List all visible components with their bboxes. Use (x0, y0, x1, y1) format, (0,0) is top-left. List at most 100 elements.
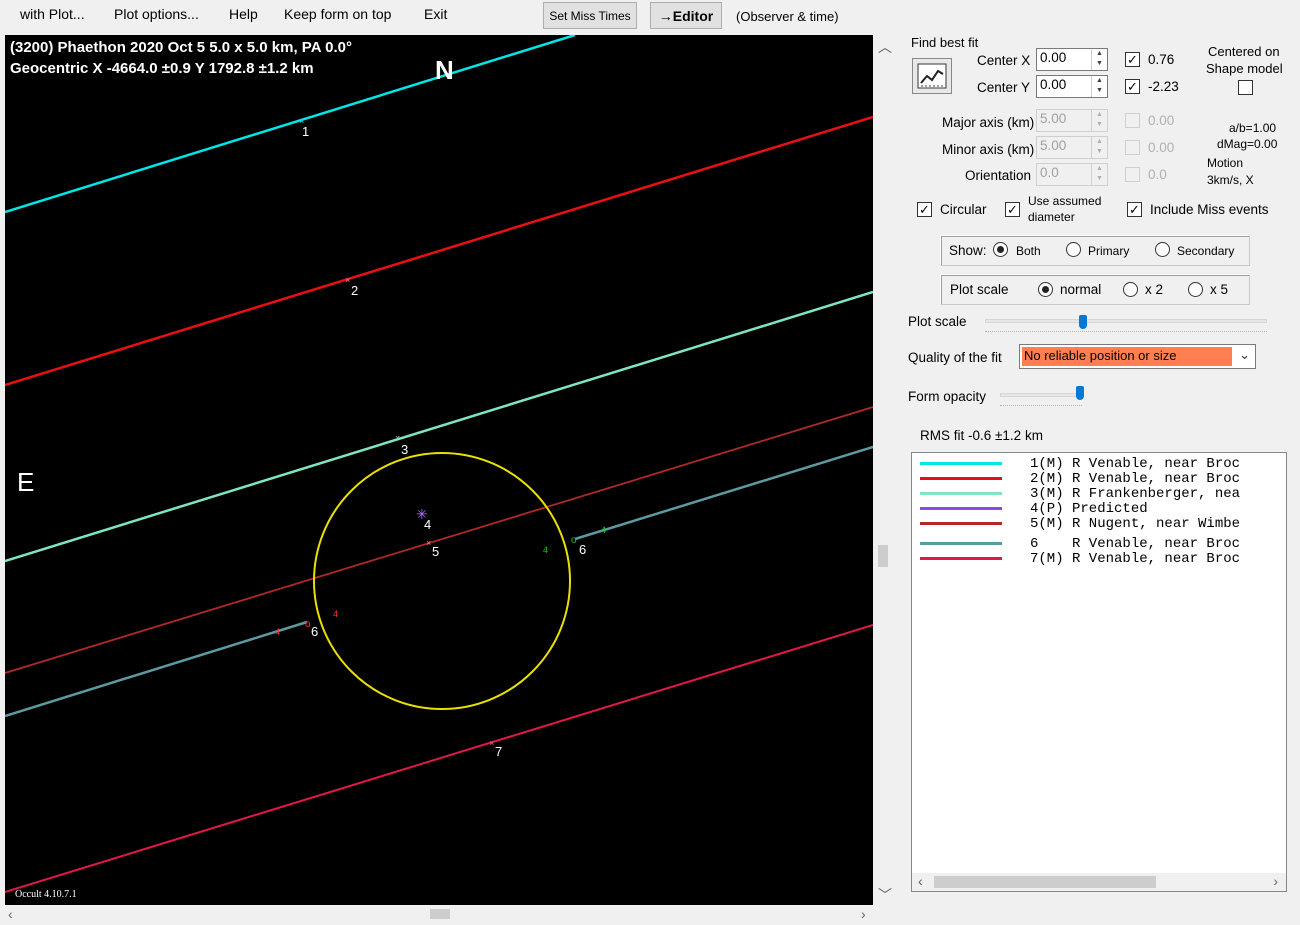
legend-text: 2(M) R Venable, near Broc (1030, 471, 1241, 487)
center-x-label: Center X (977, 53, 1031, 68)
minor-axis-label: Minor axis (km) (942, 142, 1035, 157)
quality-dropdown[interactable]: No reliable position or size ⌄ (1019, 344, 1256, 369)
orientation-label: Orientation (965, 168, 1032, 183)
show-secondary-label: Secondary (1177, 244, 1235, 258)
legend-text: 7(M) R Venable, near Broc (1030, 551, 1241, 567)
center-x-fit-checkbox[interactable]: ✓ (1125, 52, 1140, 67)
occultation-plot[interactable]: × × × ✳ × × o 4 4 o 4 4 1 2 3 4 5 6 6 7 … (5, 35, 873, 905)
chord-7-line (5, 624, 873, 893)
scroll-down-icon[interactable]: ﹀ (878, 885, 892, 905)
plot-horizontal-scrollbar[interactable]: ‹ › (5, 905, 873, 923)
scroll-right-icon[interactable]: › (861, 906, 866, 922)
menu-exit[interactable]: Exit (424, 6, 447, 22)
orientation-fit-checkbox[interactable] (1125, 167, 1140, 182)
include-miss-events-checkbox[interactable]: ✓ (1127, 202, 1142, 217)
scale-x5-radio[interactable] (1188, 282, 1203, 297)
orientation-fit-value: 0.0 (1148, 167, 1167, 182)
slider-ticks (985, 328, 1267, 332)
scroll-right-icon[interactable]: › (1273, 873, 1278, 889)
event-marks: × × × ✳ × × o 4 4 o 4 4 (275, 116, 606, 748)
minor-axis-fit-value: 0.00 (1148, 140, 1175, 155)
center-x-input[interactable]: 0.00 ▲ ▼ (1036, 48, 1108, 71)
menu-help[interactable]: Help (229, 6, 258, 22)
editor-button[interactable]: →Editor (650, 2, 722, 29)
spinner-icon[interactable]: ▲ ▼ (1091, 76, 1107, 97)
horizontal-scroll-thumb[interactable] (430, 909, 450, 919)
scale-x2-radio[interactable] (1123, 282, 1138, 297)
event-mark-3: × (395, 433, 400, 443)
plot-header-line2: Geocentric X -4664.0 ±0.9 Y 1792.8 ±1.2 … (10, 60, 314, 77)
minor-axis-value: 5.00 (1040, 138, 1067, 153)
vertical-scroll-thumb[interactable] (878, 545, 888, 567)
spinner-icon[interactable]: ▲ ▼ (1091, 49, 1107, 70)
disappear-mark-6-left: 4 (333, 609, 338, 619)
major-axis-input[interactable]: 5.00 ▲ ▼ (1036, 109, 1108, 132)
legend-text: 6 R Venable, near Broc (1030, 536, 1241, 552)
quality-value: No reliable position or size (1022, 347, 1232, 366)
set-miss-times-button[interactable]: Set Miss Times (543, 2, 637, 29)
show-primary-radio[interactable] (1066, 242, 1081, 257)
chord-5-line (5, 406, 873, 674)
circular-checkbox[interactable]: ✓ (917, 202, 932, 217)
version-label: Occult 4.10.7.1 (15, 889, 77, 900)
menu-with-plot[interactable]: with Plot... (20, 6, 85, 22)
scale-x2-label: x 2 (1145, 282, 1164, 297)
show-both-label: Both (1016, 244, 1041, 258)
show-primary-label: Primary (1088, 244, 1130, 258)
legend-text: 3(M) R Frankenberger, nea (1030, 486, 1241, 502)
chord-6-line-right (574, 445, 873, 541)
plot-scale-group-label: Plot scale (950, 282, 1009, 297)
minor-axis-input[interactable]: 5.00 ▲ ▼ (1036, 136, 1108, 159)
east-label: E (17, 467, 35, 497)
chord-2-line (5, 115, 873, 387)
spinner-icon[interactable]: ▲ ▼ (1091, 137, 1107, 158)
observer-time-button[interactable]: (Observer & time) (736, 9, 839, 24)
legend-line (920, 477, 1002, 480)
plot-canvas: × × × ✳ × × o 4 4 o 4 4 1 2 3 4 5 6 6 7 (5, 35, 873, 893)
plot-scale-slider-track[interactable] (985, 319, 1267, 323)
spinner-icon[interactable]: ▲ ▼ (1091, 164, 1107, 185)
legend-line (920, 522, 1002, 525)
chord-3-line (5, 290, 873, 563)
center-x-fit-value: 0.76 (1148, 52, 1175, 67)
show-both-radio[interactable] (993, 242, 1008, 257)
legend-line (920, 462, 1002, 465)
use-assumed-label: Use assumed (1028, 194, 1102, 208)
reappear-mark-6-left: 4 (275, 627, 280, 637)
minor-axis-fit-checkbox[interactable] (1125, 140, 1140, 155)
center-y-input[interactable]: 0.00 ▲ ▼ (1036, 75, 1108, 98)
find-best-fit-button[interactable] (912, 58, 952, 94)
major-axis-fit-checkbox[interactable] (1125, 113, 1140, 128)
opacity-slider-thumb[interactable] (1076, 386, 1084, 400)
scroll-up-icon[interactable]: ︿ (878, 37, 892, 57)
scale-normal-label: normal (1060, 282, 1102, 297)
use-assumed-diameter-checkbox[interactable]: ✓ (1005, 202, 1020, 217)
scale-x5-label: x 5 (1210, 282, 1229, 297)
event-mark-5: × (426, 538, 431, 548)
orientation-input[interactable]: 0.0 ▲ ▼ (1036, 163, 1108, 186)
menu-plot-options[interactable]: Plot options... (114, 6, 199, 22)
chord-label-4: 4 (424, 517, 431, 532)
opacity-slider-track[interactable] (1000, 393, 1084, 397)
scroll-left-icon[interactable]: ‹ (918, 873, 923, 889)
scroll-left-icon[interactable]: ‹ (8, 906, 13, 922)
center-y-value: 0.00 (1040, 77, 1067, 92)
include-miss-events-label: Include Miss events (1150, 202, 1269, 217)
plot-vertical-scrollbar[interactable]: ︿ ﹀ (873, 35, 893, 905)
observer-legend-list[interactable]: 1(M) R Venable, near Broc 2(M) R Venable… (911, 452, 1287, 892)
legend-text: 5(M) R Nugent, near Wimbe (1030, 516, 1241, 532)
show-secondary-radio[interactable] (1155, 242, 1170, 257)
shape-model-checkbox[interactable] (1238, 80, 1253, 95)
legend-line (920, 542, 1002, 545)
scale-normal-radio[interactable] (1038, 282, 1053, 297)
center-y-fit-value: -2.23 (1148, 79, 1179, 94)
major-axis-fit-value: 0.00 (1148, 113, 1175, 128)
center-y-fit-checkbox[interactable]: ✓ (1125, 79, 1140, 94)
plot-scale-slider-thumb[interactable] (1079, 315, 1087, 329)
spinner-icon[interactable]: ▲ ▼ (1091, 110, 1107, 131)
legend-scroll-thumb[interactable] (934, 876, 1156, 888)
legend-horizontal-scrollbar[interactable]: ‹ › (912, 873, 1286, 891)
menu-keep-on-top[interactable]: Keep form on top (284, 6, 391, 22)
motion-label: Motion (1207, 156, 1244, 170)
motion-value: 3km/s, X (1207, 173, 1254, 187)
